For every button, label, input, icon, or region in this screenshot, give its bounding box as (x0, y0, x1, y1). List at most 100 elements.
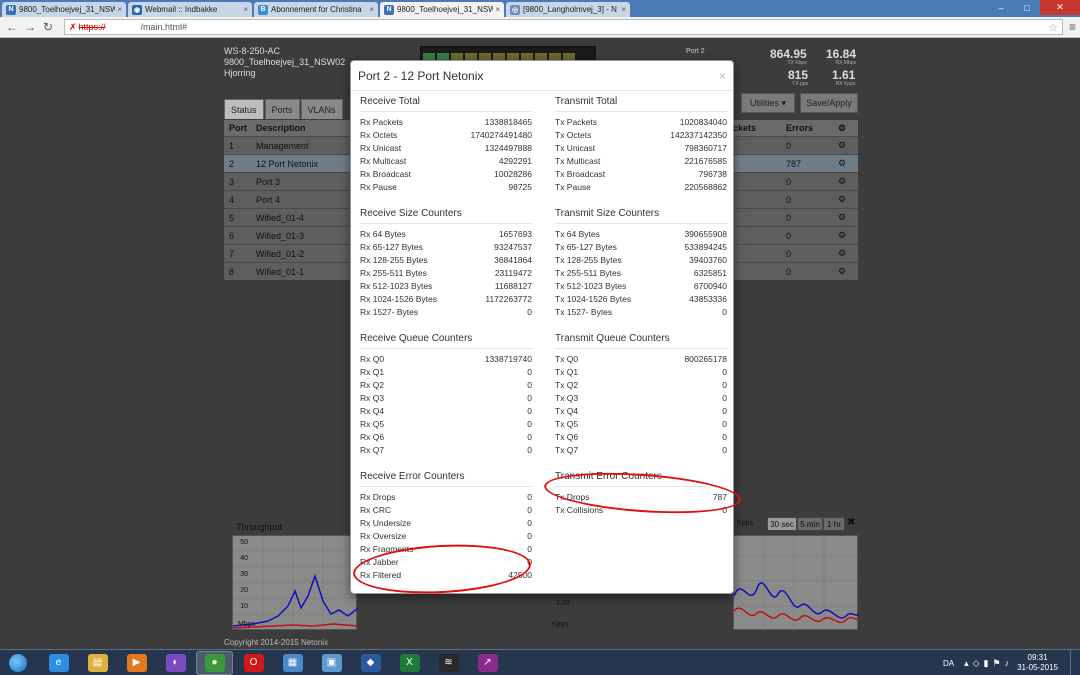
close-icon[interactable]: × (719, 69, 726, 83)
gear-icon[interactable]: ⚙ (832, 176, 852, 187)
close-tab-icon[interactable]: × (117, 5, 122, 14)
stat-value: 220568862 (684, 182, 727, 192)
stat-label: Rx Q4 (360, 406, 385, 416)
transmit-column: Transmit Total Tx Packets 1020834040 Tx Oct… (555, 95, 727, 530)
taskbar-app[interactable]: X (391, 651, 428, 675)
stat-label: Rx Multicast (360, 156, 407, 166)
stat-label: Tx 1527- Bytes (555, 307, 613, 317)
menu-icon[interactable]: ≡ (1069, 20, 1076, 34)
stat-value: 0 (527, 367, 532, 377)
show-desktop-button[interactable] (1070, 650, 1080, 675)
volume-icon[interactable]: ♪ (1005, 658, 1010, 669)
browser-tab-3[interactable]: B Abonnement for Christina × (254, 2, 378, 17)
tab-status[interactable]: Status (224, 99, 264, 119)
browser-toolbar: ← → ↻ ✗ https:// /main.html# ☆ ≡ (0, 17, 1080, 38)
stat-row: Tx 512-1023 Bytes 6700940 (555, 280, 727, 293)
taskbar-app[interactable]: ▦ (274, 651, 311, 675)
stat-value: 1020834040 (679, 117, 727, 127)
taskbar-app[interactable]: O (235, 651, 272, 675)
flag-icon[interactable]: ⚑ (993, 658, 1001, 669)
taskbar-app[interactable]: ▤ (79, 651, 116, 675)
remote-desktop-icon: ▣ (321, 653, 342, 672)
url-path: /main.html# (140, 22, 188, 32)
stat-label: Rx Oversize (360, 531, 407, 541)
minimize-button[interactable]: – (988, 0, 1014, 15)
windows-taskbar: e ▤ ▶ ◐ ● O ▦ ▣ ◆ X ≋ ↗ DA ▴ ◇ ▮ ⚑ ♪ 09:31 31-05-20… (0, 649, 1080, 675)
browser-tab-1[interactable]: N 9800_Toelhoejvej_31_NSW × (2, 2, 126, 17)
browser-tab-5[interactable]: ◎ [9800_Langholmvej_3] - N × (506, 2, 630, 17)
range-5min-button[interactable]: 5 min (797, 517, 823, 531)
media-player-icon: ▶ (126, 653, 147, 672)
port-stats-modal: Port 2 - 12 Port Netonix × Receive Total… (350, 60, 734, 594)
gear-icon[interactable]: ⚙ (832, 158, 852, 169)
stat-value: 142337142350 (670, 130, 727, 140)
stat-row: Rx Q4 0 (360, 405, 532, 418)
start-button[interactable] (2, 651, 34, 675)
forward-button[interactable]: → (22, 19, 38, 35)
close-tab-icon[interactable]: × (369, 5, 374, 14)
stat-row: Tx 255-511 Bytes 6325851 (555, 267, 727, 280)
tab-vlans[interactable]: VLANs (300, 99, 343, 119)
clock[interactable]: 09:31 31-05-2015 (1017, 653, 1058, 673)
port-errors: 0 (786, 266, 792, 277)
stat-label: Tx Q3 (555, 393, 579, 403)
throughput-chart-right (733, 535, 860, 631)
maximize-button[interactable]: □ (1014, 0, 1040, 15)
range-1hr-button[interactable]: 1 hr (823, 517, 845, 531)
close-tab-icon[interactable]: × (621, 5, 626, 14)
stat-value: 0 (722, 432, 727, 442)
gear-icon[interactable]: ⚙ (832, 266, 852, 277)
taskbar-app[interactable]: e (40, 651, 77, 675)
winbox-icon: ≋ (438, 653, 459, 672)
gear-icon[interactable]: ⚙ (832, 212, 852, 223)
browser-tab-2[interactable]: ◉ Webmail :: Indbakke × (128, 2, 252, 17)
throughput-graph (232, 536, 359, 631)
taskbar-app[interactable]: ● (196, 650, 233, 675)
taskbar-app[interactable]: ◐ (157, 651, 194, 675)
taskbar-app[interactable]: ▣ (313, 651, 350, 675)
language-indicator[interactable]: DA (943, 659, 954, 668)
gear-icon[interactable]: ⚙ (832, 230, 852, 241)
close-window-button[interactable]: ✕ (1040, 0, 1080, 15)
taskbar-app[interactable]: ◆ (352, 651, 389, 675)
gear-icon[interactable]: ⚙ (832, 123, 852, 134)
reload-button[interactable]: ↻ (40, 19, 56, 35)
favicon-icon: ◎ (510, 4, 520, 15)
gear-icon[interactable]: ⚙ (832, 194, 852, 205)
stat-value: 93247537 (494, 242, 532, 252)
utilities-button[interactable]: Utilities ▾ (741, 93, 795, 113)
star-icon[interactable]: ☆ (1048, 21, 1058, 34)
address-bar[interactable]: ✗ https:// /main.html# ☆ (64, 19, 1063, 35)
dropbox-icon[interactable]: ◇ (973, 658, 980, 669)
browser-tab-4[interactable]: N 9800_Toelhoejvej_31_NSW × (380, 2, 504, 17)
stat-row: Rx 64 Bytes 1657693 (360, 228, 532, 241)
close-tab-icon[interactable]: × (243, 5, 248, 14)
stat-row: Rx 65-127 Bytes 93247537 (360, 241, 532, 254)
save-apply-button[interactable]: Save/Apply (800, 93, 858, 113)
stat-row: Rx 512-1023 Bytes 11688127 (360, 280, 532, 293)
gear-icon[interactable]: ⚙ (832, 248, 852, 259)
stat-value: 796738 (698, 169, 727, 179)
stat-value: 390655908 (684, 229, 727, 239)
stat-row: Rx Multicast 4292291 (360, 155, 532, 168)
stats-icon: ↗ (477, 653, 498, 672)
gear-icon[interactable]: ⚙ (832, 140, 852, 151)
port-number: 3 (229, 176, 235, 187)
tab-ports[interactable]: Ports (264, 99, 300, 119)
stat-row: Tx Q6 0 (555, 431, 727, 444)
taskbar-app[interactable]: ≋ (430, 651, 467, 675)
favicon-icon: N (384, 4, 394, 15)
range-30sec-button[interactable]: 30 sec (767, 517, 797, 531)
taskbar-app[interactable]: ▶ (118, 651, 155, 675)
back-button[interactable]: ← (4, 19, 20, 35)
taskbar-app[interactable]: ↗ (469, 651, 506, 675)
kpps-bottom-label: Kpps (552, 621, 568, 628)
stat-row: Tx Q2 0 (555, 379, 727, 392)
network-icon[interactable]: ▮ (984, 658, 989, 669)
stat-label: Rx Packets (360, 117, 403, 127)
arrow-up-icon[interactable]: ▴ (964, 658, 969, 669)
close-tab-icon[interactable]: × (495, 5, 500, 14)
close-chart-icon[interactable]: ✖ (847, 517, 855, 528)
stats-section: Receive Queue Counters Rx Q0 1338719740 Rx … (360, 332, 532, 457)
throughput-chart-left (232, 535, 359, 631)
